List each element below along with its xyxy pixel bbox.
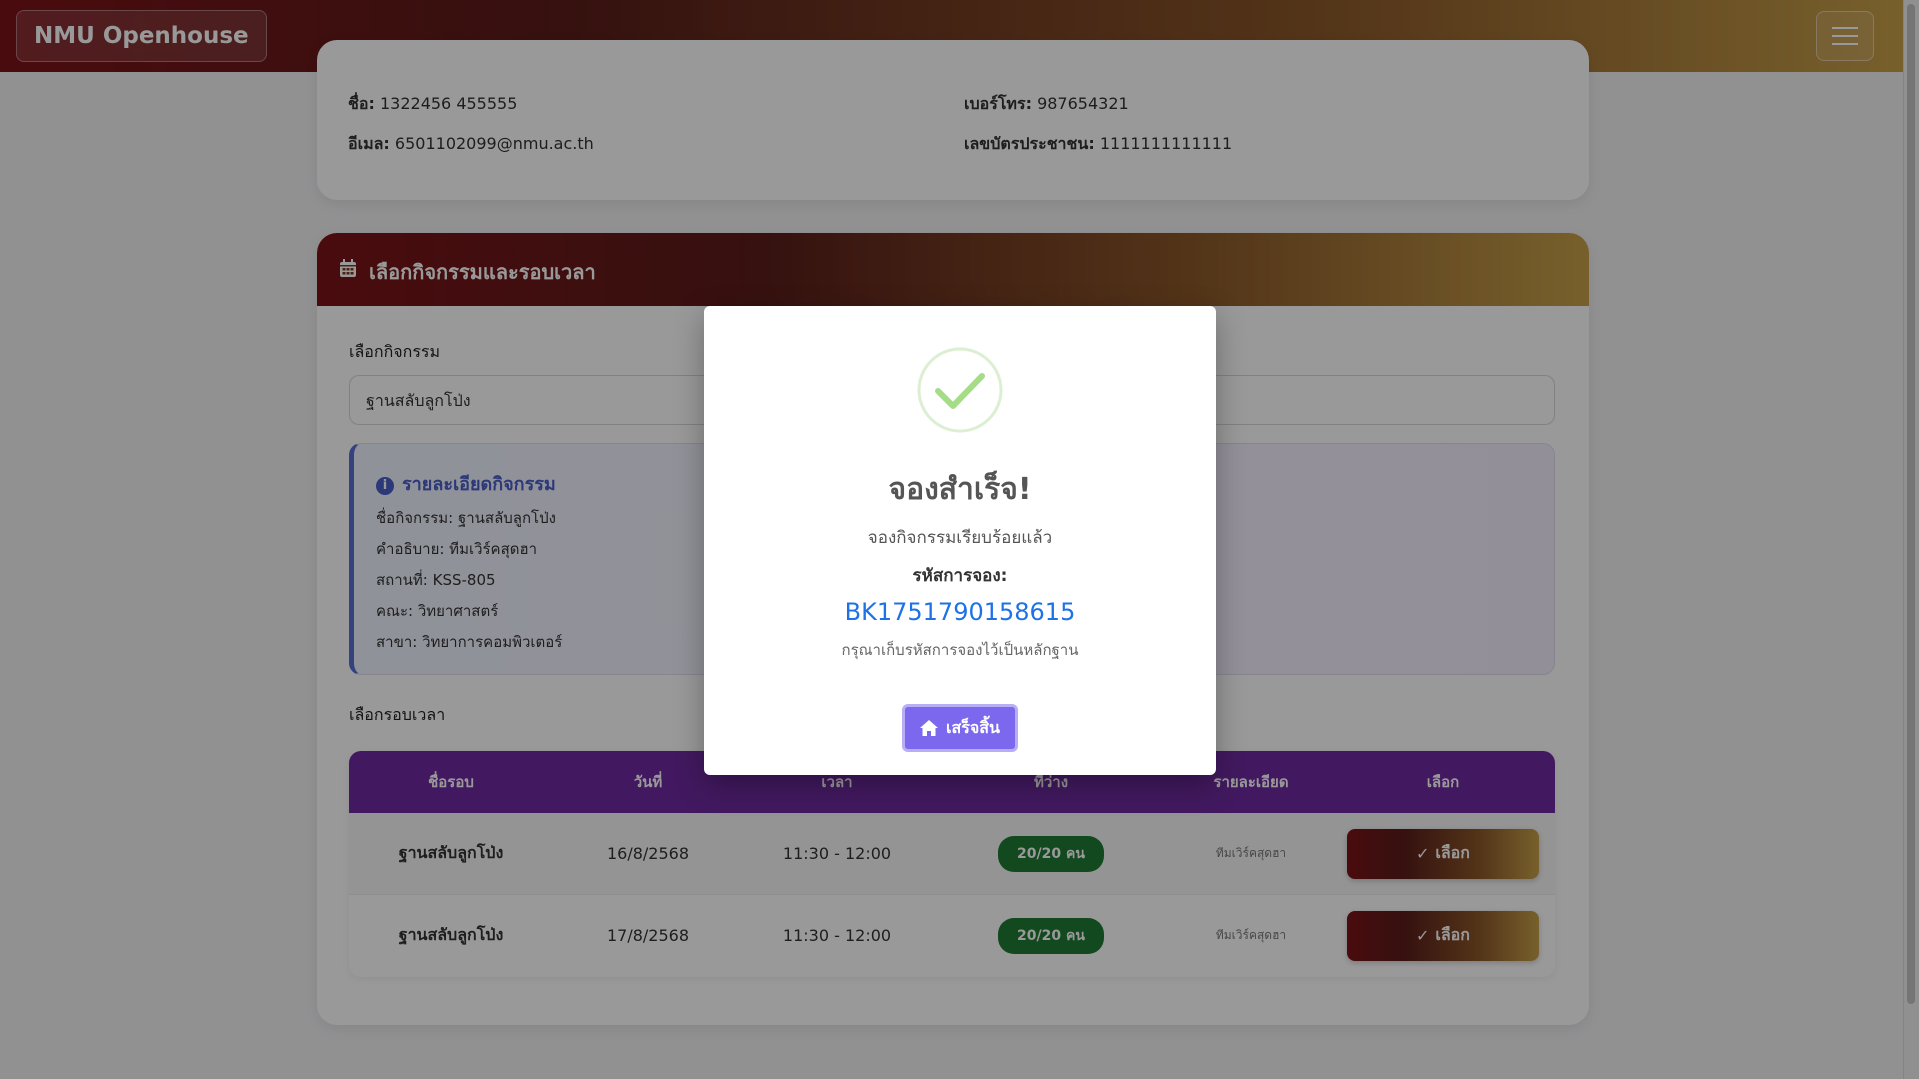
booking-code: BK1751790158615: [844, 598, 1076, 626]
modal-note: กรุณาเก็บรหัสการจองไว้เป็นหลักฐาน: [841, 641, 1079, 659]
success-check-icon: [917, 347, 1003, 433]
modal-title: จองสำเร็จ!: [888, 472, 1032, 507]
modal-message: จองกิจกรรมเรียบร้อยแล้ว: [867, 528, 1053, 548]
success-modal: จองสำเร็จ! จองกิจกรรมเรียบร้อยแล้ว รหัสก…: [704, 306, 1216, 775]
finish-button[interactable]: เสร็จสิ้น: [902, 704, 1018, 752]
booking-code-label: รหัสการจอง:: [912, 566, 1008, 586]
home-icon: [920, 720, 939, 736]
